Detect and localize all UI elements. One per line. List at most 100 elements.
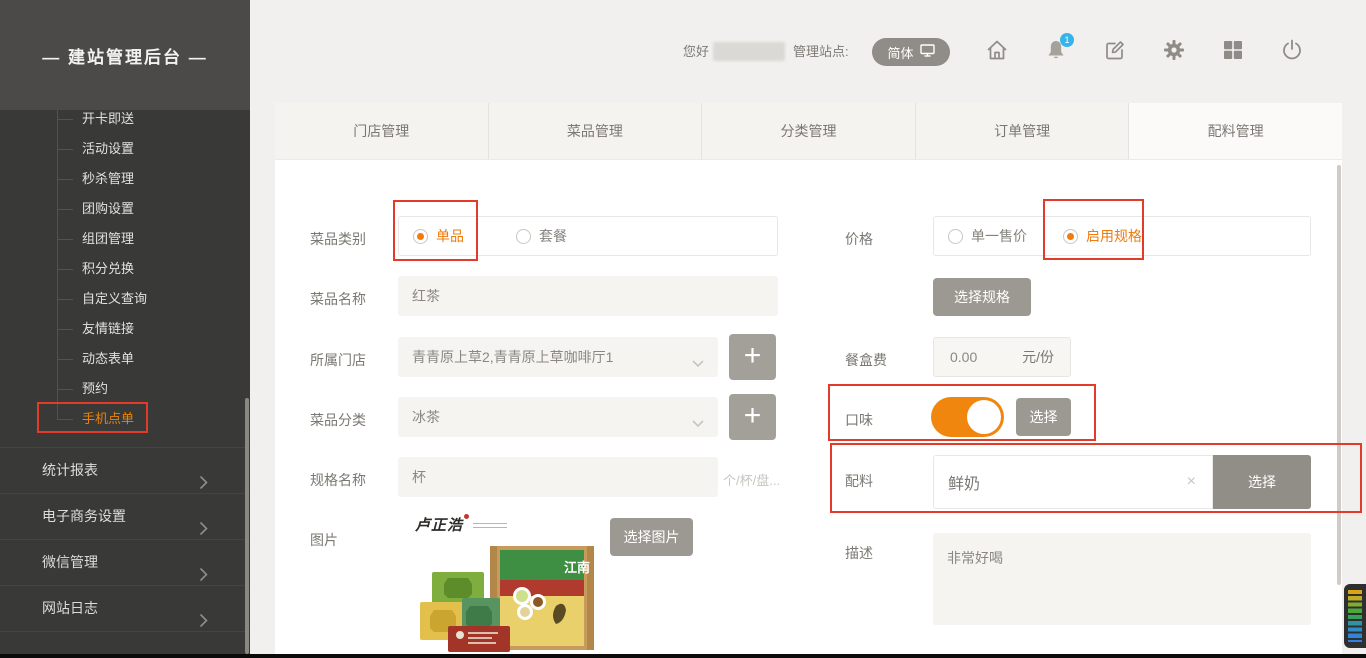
description-textarea[interactable]: 非常好喝 xyxy=(933,533,1311,625)
settings-button[interactable] xyxy=(1161,39,1187,65)
sidebar-section-wechat[interactable]: 微信管理 xyxy=(0,540,250,585)
field-label-spec-name: 规格名称 xyxy=(310,470,366,490)
sidebar-item-label: 开卡即送 xyxy=(82,111,134,126)
clear-icon[interactable]: × xyxy=(1187,474,1196,490)
radio-label-single-price[interactable]: 单一售价 xyxy=(971,226,1027,246)
taste-toggle[interactable] xyxy=(931,397,1004,437)
sidebar-item-label: 手机点单 xyxy=(82,411,134,426)
spec-name-input[interactable]: 杯 xyxy=(398,457,718,497)
box-fee-input[interactable]: 0.00 元/份 xyxy=(933,337,1071,377)
add-category-button[interactable] xyxy=(729,394,776,440)
field-label-dish-name: 菜品名称 xyxy=(310,289,366,309)
field-label-image: 图片 xyxy=(310,530,338,550)
tab-dish-management[interactable]: 菜品管理 xyxy=(489,103,703,159)
radio-single-item[interactable] xyxy=(413,229,428,244)
ingredient-input[interactable]: 鲜奶 × xyxy=(933,455,1213,509)
field-label-price: 价格 xyxy=(845,229,873,249)
tab-label: 门店管理 xyxy=(353,121,409,141)
add-store-button[interactable] xyxy=(729,334,776,380)
sidebar-section-label: 微信管理 xyxy=(42,554,98,570)
dish-type-group: 单品 套餐 xyxy=(398,216,778,256)
home-button[interactable] xyxy=(984,39,1010,65)
sidebar-item-label: 预约 xyxy=(82,381,108,396)
edit-button[interactable] xyxy=(1102,39,1128,65)
sidebar-item-links[interactable]: 友情链接 xyxy=(82,314,134,344)
radio-set-meal[interactable] xyxy=(516,229,531,244)
sidebar-item-group-manage[interactable]: 组团管理 xyxy=(82,224,134,254)
language-label: 简体 xyxy=(887,43,913,62)
tab-category-management[interactable]: 分类管理 xyxy=(702,103,916,159)
choose-image-button[interactable]: 选择图片 xyxy=(610,518,693,556)
divider xyxy=(0,631,250,632)
tab-store-management[interactable]: 门店管理 xyxy=(275,103,489,159)
home-icon xyxy=(985,38,1009,67)
notification-badge: 1 xyxy=(1060,33,1074,47)
redacted-username xyxy=(713,42,785,61)
spec-name-hint: 个/杯/盘... xyxy=(723,470,780,489)
grid-icon xyxy=(1221,38,1245,67)
box-fee-value: 0.00 xyxy=(950,349,977,365)
ingredient-choose-label: 选择 xyxy=(1248,472,1276,492)
ingredient-choose-button[interactable]: 选择 xyxy=(1213,455,1311,509)
radio-label-enable-spec[interactable]: 启用规格 xyxy=(1086,226,1142,246)
radio-enable-spec[interactable] xyxy=(1063,229,1078,244)
sidebar-section-ecommerce[interactable]: 电子商务设置 xyxy=(0,494,250,539)
sidebar-section-statistics[interactable]: 统计报表 xyxy=(0,448,250,493)
radio-single-price[interactable] xyxy=(948,229,963,244)
sidebar-item-reservation[interactable]: 预约 xyxy=(82,374,108,404)
tab-order-management[interactable]: 订单管理 xyxy=(916,103,1130,159)
sidebar-item-label: 动态表单 xyxy=(82,351,134,366)
sidebar-scrollbar[interactable] xyxy=(245,398,249,654)
gear-icon xyxy=(1162,38,1186,67)
dish-name-input[interactable]: 红茶 xyxy=(398,276,778,316)
panel-scrollbar[interactable] xyxy=(1337,165,1341,585)
field-label-box-fee: 餐盒费 xyxy=(845,350,887,370)
spec-name-value: 杯 xyxy=(412,467,426,487)
field-label-ingredient: 配料 xyxy=(845,471,873,491)
field-label-taste: 口味 xyxy=(845,410,873,430)
radio-label-single-item[interactable]: 单品 xyxy=(436,226,464,246)
site-label: 管理站点: xyxy=(793,42,849,62)
sidebar-item-seckill[interactable]: 秒杀管理 xyxy=(82,164,134,194)
notifications-button[interactable]: 1 xyxy=(1043,39,1069,65)
taste-choose-button[interactable]: 选择 xyxy=(1016,398,1071,436)
field-label-description: 描述 xyxy=(845,543,873,563)
toggle-knob xyxy=(967,400,1001,434)
tab-bar: 门店管理 菜品管理 分类管理 订单管理 配料管理 xyxy=(275,103,1342,160)
choose-image-label: 选择图片 xyxy=(624,527,680,547)
radio-label-set-meal[interactable]: 套餐 xyxy=(539,226,567,246)
sidebar-item-dynamic-form[interactable]: 动态表单 xyxy=(82,344,134,374)
tab-ingredient-management[interactable]: 配料管理 xyxy=(1129,103,1342,159)
app-title: — 建站管理后台 — xyxy=(42,43,207,68)
logout-button[interactable] xyxy=(1279,39,1305,65)
extension-badge-icon xyxy=(1344,584,1366,648)
bottom-bar xyxy=(0,654,1366,658)
brand-logo: 卢正浩 xyxy=(415,514,507,535)
sidebar-item-points[interactable]: 积分兑换 xyxy=(82,254,134,284)
sidebar-item-groupbuy[interactable]: 团购设置 xyxy=(82,194,134,224)
apps-button[interactable] xyxy=(1220,39,1246,65)
edit-icon xyxy=(1103,38,1127,67)
category-select[interactable]: 冰茶 xyxy=(398,397,718,437)
store-value: 青青原上草2,青青原上草咖啡厅1 xyxy=(412,347,613,367)
sidebar-item-label: 秒杀管理 xyxy=(82,171,134,186)
choose-spec-label: 选择规格 xyxy=(954,287,1010,307)
monitor-icon xyxy=(920,44,935,60)
language-button[interactable]: 简体 xyxy=(872,38,950,66)
chevron-down-icon xyxy=(692,354,704,370)
sidebar-item-label: 团购设置 xyxy=(82,201,134,216)
store-select[interactable]: 青青原上草2,青青原上草咖啡厅1 xyxy=(398,337,718,377)
category-value: 冰茶 xyxy=(412,407,440,427)
box-fee-unit: 元/份 xyxy=(1022,347,1054,367)
tab-label: 订单管理 xyxy=(994,121,1050,141)
sidebar-item-activity[interactable]: 活动设置 xyxy=(82,134,134,164)
sidebar-section-label: 网站日志 xyxy=(42,600,98,616)
description-value: 非常好喝 xyxy=(947,550,1003,566)
choose-spec-button[interactable]: 选择规格 xyxy=(933,278,1031,316)
sidebar-item-custom-query[interactable]: 自定义查询 xyxy=(82,284,147,314)
sidebar-section-site-log[interactable]: 网站日志 xyxy=(0,586,250,631)
chevron-right-icon xyxy=(199,601,208,646)
sidebar-item-mobile-order[interactable]: 手机点单 xyxy=(82,404,134,434)
greeting-text: 您好 xyxy=(683,42,709,62)
sidebar-item-label: 自定义查询 xyxy=(82,291,147,306)
